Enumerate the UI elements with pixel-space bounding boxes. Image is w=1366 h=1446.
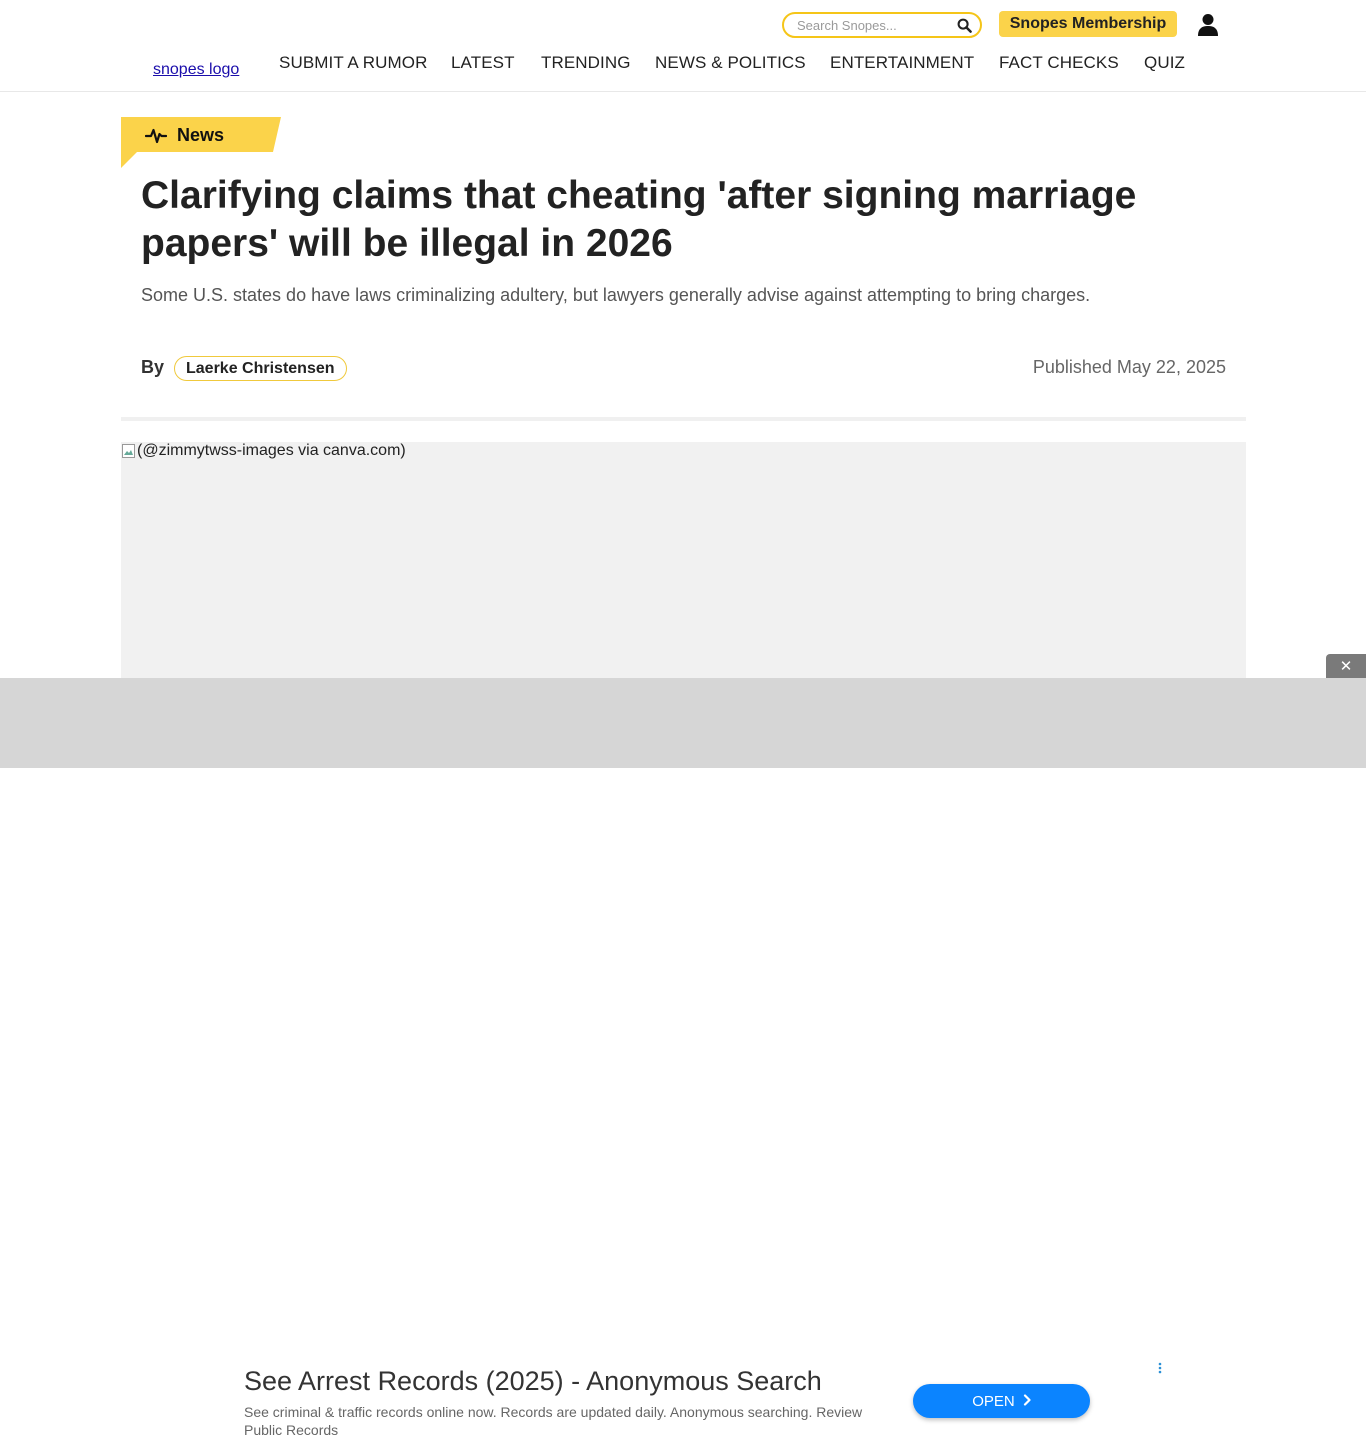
published-date: Published May 22, 2025 — [1032, 357, 1226, 377]
article-title: Clarifying claims that cheating 'after s… — [141, 174, 1137, 265]
nav-trending[interactable]: TRENDING — [541, 53, 631, 73]
ad-open-button[interactable]: OPEN — [913, 1384, 1090, 1418]
byline-label: By — [141, 357, 165, 377]
site-header: Snopes Membership snopes logo SUBMIT A R… — [0, 0, 1366, 92]
category-badge[interactable]: News — [121, 117, 281, 168]
search-box[interactable] — [782, 12, 982, 38]
close-icon[interactable]: ✕ — [1326, 654, 1366, 678]
article-subtitle: Some U.S. states do have laws criminaliz… — [141, 285, 1091, 305]
user-icon[interactable] — [1197, 13, 1219, 37]
nav-fact-checks[interactable]: FACT CHECKS — [999, 53, 1119, 73]
ad-open-label: OPEN — [972, 1392, 1015, 1410]
nav-quiz[interactable]: QUIZ — [1144, 53, 1185, 73]
chevron-right-icon — [1023, 1393, 1031, 1410]
nav-submit-rumor[interactable]: SUBMIT A RUMOR — [279, 53, 427, 73]
site-logo[interactable]: snopes logo — [153, 61, 239, 79]
broken-image-icon — [121, 443, 137, 459]
hero-image-caption: (@zimmytwss-images via canva.com) — [137, 442, 406, 459]
search-input[interactable] — [795, 16, 956, 34]
ad-content[interactable]: See Arrest Records (2025) - Anonymous Se… — [199, 1357, 1167, 1446]
search-icon[interactable] — [956, 17, 972, 33]
ad-banner: See Arrest Records (2025) - Anonymous Se… — [0, 678, 1366, 1446]
category-label: News — [177, 125, 225, 145]
nav-latest[interactable]: LATEST — [451, 53, 515, 73]
author-link[interactable]: Laerke Christensen — [174, 356, 347, 381]
nav-news-politics[interactable]: NEWS & POLITICS — [655, 53, 806, 73]
ad-description: See criminal & traffic records online no… — [244, 1404, 863, 1438]
nav-entertainment[interactable]: ENTERTAINMENT — [830, 53, 974, 73]
divider — [121, 417, 1246, 421]
ad-title[interactable]: See Arrest Records (2025) - Anonymous Se… — [244, 1366, 822, 1397]
info-icon[interactable] — [1157, 1361, 1163, 1374]
membership-button[interactable]: Snopes Membership — [999, 11, 1177, 37]
hero-image-alt: (@zimmytwss-images via canva.com) — [121, 442, 406, 460]
